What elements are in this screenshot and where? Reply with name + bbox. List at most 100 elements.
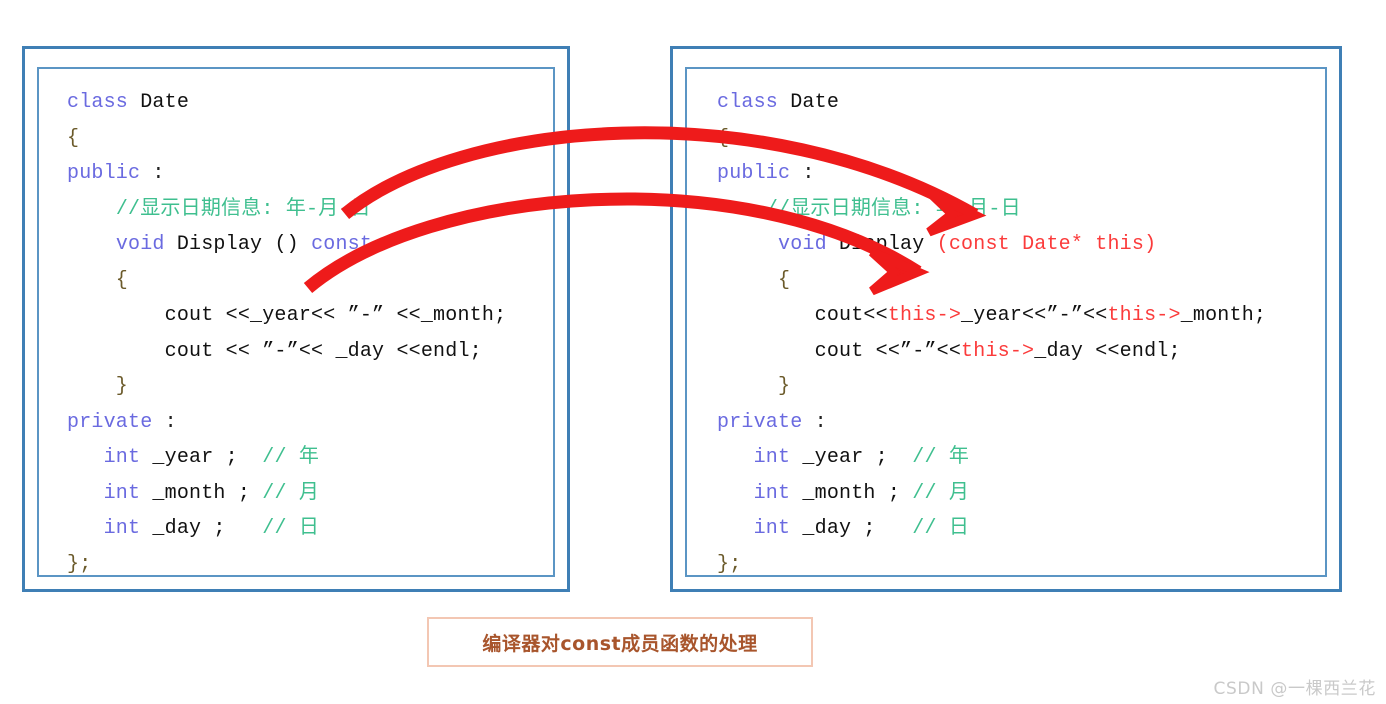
code-token: int [103,517,141,540]
code-token: Date [140,91,190,114]
code-token: // 年 [262,446,320,469]
code-line: class Date [717,85,1315,121]
code-line: cout << ”-”<< _day <<endl; [67,334,543,370]
code-token: _day ; [790,517,913,540]
code-line: public : [67,156,543,192]
code-line: int _month ; // 月 [67,476,543,512]
code-token: : [152,410,177,434]
code-line: { [717,121,1315,157]
code-line: int _day ; // 日 [67,511,543,547]
code-token: Date [790,91,840,114]
code-token: // 月 [262,481,320,505]
code-line: } [717,369,1315,405]
code-line: class Date [67,85,543,121]
code-line: } [67,369,543,405]
code-line: cout <<”-”<<this->_day <<endl; [717,334,1315,370]
code-token: int [753,517,791,540]
code-token: Display [826,233,937,256]
code-line: { [717,263,1315,299]
code-token: public [717,162,791,185]
code-token: _day <<endl; [1034,339,1181,363]
code-token: cout <<_year<< ”-” <<_month; [67,304,507,327]
code-token: //显示日期信息: 年-月-日 [115,197,371,221]
code-token: this-> [887,304,962,327]
code-line: private : [67,405,543,441]
code-line: //显示日期信息: 年-月-日 [67,192,543,228]
caption-box: 编译器对const成员函数的处理 [427,617,813,667]
code-token: : [790,162,815,185]
code-line: int _year ; // 年 [67,440,543,476]
code-token: this-> [1107,304,1181,327]
code-token: { [67,126,80,150]
left-code-panel-outer-frame: class Date { public : //显示日期信息: 年-月-日 void… [22,46,570,592]
code-token: _year<<”-”<< [961,304,1108,327]
code-token: int [103,446,141,469]
code-token: //显示日期信息: 年-月-日 [765,197,1021,221]
code-token: }; [67,552,92,576]
code-token: _month; [1180,304,1267,327]
code-token: int [753,446,791,469]
code-line: cout <<_year<< ”-” <<_month; [67,298,543,334]
code-line: int _year ; // 年 [717,440,1315,476]
right-code-panel-inner-frame: class Date { public : //显示日期信息: 年-月-日 void… [685,67,1327,577]
code-token: cout << ”-”<< _day <<endl; [67,339,482,363]
code-line: { [67,263,543,299]
code-token: (const Date* this) [936,233,1157,256]
code-token: // 月 [912,481,970,505]
code-line: void Display () const [67,227,543,263]
code-token: private [67,410,153,434]
code-token: int [103,481,141,505]
code-token: class [717,91,791,114]
code-token: void [115,233,165,256]
code-token: void [778,233,827,256]
code-token: int [753,481,791,505]
code-token: const [311,233,373,256]
code-token: Display () [164,233,312,256]
code-token: _day ; [140,517,263,540]
code-line: cout<<this->_year<<”-”<<this->_month; [717,298,1315,334]
right-code-block: class Date { public : //显示日期信息: 年-月-日 void… [687,69,1325,576]
code-line: }; [67,547,543,583]
code-token: // 年 [912,446,970,469]
code-token: _year ; [140,446,263,469]
code-token: } [67,375,129,398]
code-token: { [717,268,791,292]
code-token: private [717,410,803,434]
left-code-block: class Date { public : //显示日期信息: 年-月-日 void… [39,69,553,576]
code-token: _year ; [790,446,913,469]
code-token: { [67,268,129,292]
left-code-panel-inner-frame: class Date { public : //显示日期信息: 年-月-日 void… [37,67,555,577]
code-line: void Display (const Date* this) [717,227,1315,263]
code-token: { [717,126,730,150]
code-token: : [802,410,827,434]
code-line: }; [717,547,1315,583]
right-code-panel-outer-frame: class Date { public : //显示日期信息: 年-月-日 void… [670,46,1342,592]
code-token: this-> [961,339,1035,363]
code-token: class [67,91,141,114]
code-token: }; [717,552,742,576]
code-token: cout <<”-”<< [717,339,962,363]
code-token: // 日 [262,517,320,540]
caption-label: 编译器对const成员函数的处理 [482,632,758,655]
code-line: int _day ; // 日 [717,511,1315,547]
code-line: private : [717,405,1315,441]
code-line: int _month ; // 月 [717,476,1315,512]
code-token: // 日 [912,517,970,540]
csdn-watermark: CSDN @一棵西兰花 [1213,679,1376,699]
code-token: _month ; [140,481,263,505]
code-token: cout<< [717,304,888,327]
code-token: public [67,162,141,185]
code-token: } [717,375,791,398]
code-line: public : [717,156,1315,192]
code-token: _month ; [790,481,913,505]
